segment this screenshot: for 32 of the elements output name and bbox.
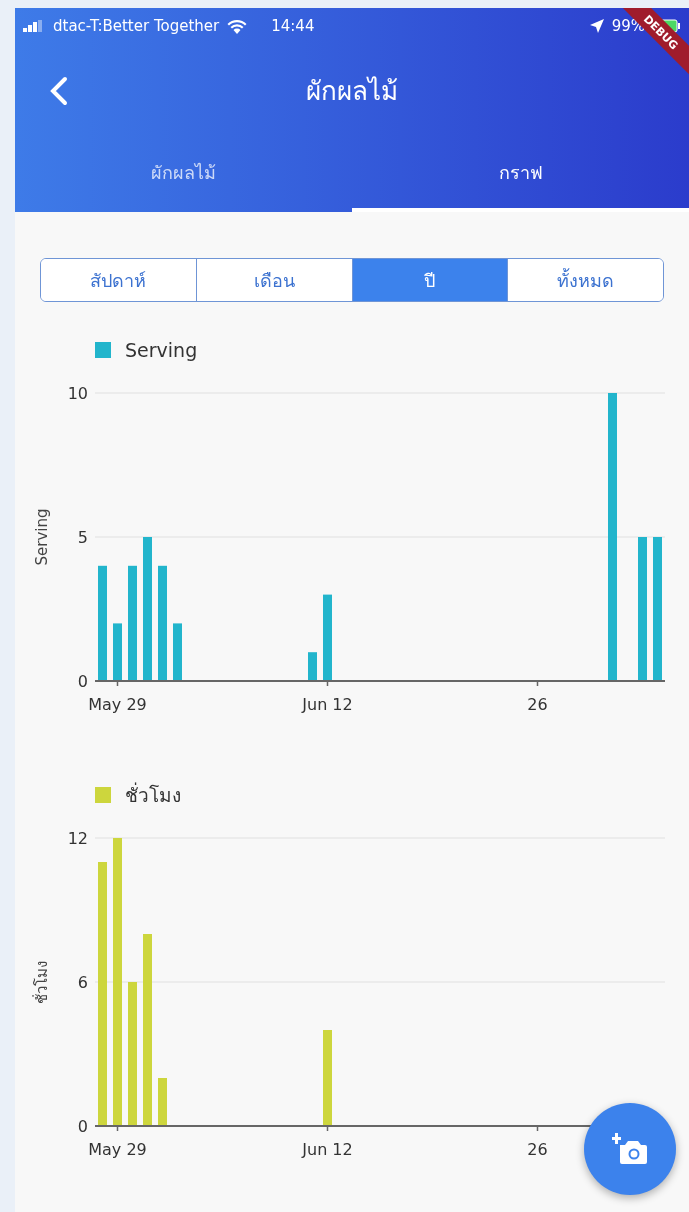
bar xyxy=(308,652,317,681)
axis-tick-label: 10 xyxy=(67,384,88,403)
axis-tick-label: 6 xyxy=(77,973,88,992)
axis-tick-label: May 29 xyxy=(88,695,147,714)
axis-title: ชั่วโมง xyxy=(33,960,51,1004)
range-option[interactable]: ปี xyxy=(351,259,508,301)
axis-tick-label: Jun 12 xyxy=(302,695,353,714)
legend-label: Serving xyxy=(125,339,198,361)
page-title: ผักผลไม้ xyxy=(306,74,398,108)
axis-tick-label: 26 xyxy=(527,1140,548,1159)
axis-tick-label: Jun 12 xyxy=(302,1140,353,1159)
bar xyxy=(173,623,182,681)
location-arrow-icon xyxy=(589,19,604,33)
legend-label: ชั่วโมง xyxy=(125,781,181,808)
axis-title: Serving xyxy=(33,508,51,566)
add-photo-button[interactable] xyxy=(584,1103,676,1195)
axis-tick-label: May 29 xyxy=(88,1140,147,1159)
signal-icon xyxy=(23,20,45,32)
axis-tick-label: 5 xyxy=(77,528,88,547)
wifi-icon xyxy=(227,18,248,34)
add-camera-icon xyxy=(612,1133,648,1165)
tab[interactable]: กราฟ xyxy=(352,136,689,212)
axis-tick-label: 0 xyxy=(77,672,88,691)
tab[interactable]: ผักผลไม้ xyxy=(15,136,352,212)
axis-tick-label: 0 xyxy=(77,1117,88,1136)
bar xyxy=(113,623,122,681)
range-option[interactable]: ทั้งหมด xyxy=(507,259,663,301)
bar xyxy=(158,1078,167,1126)
clock-time: 14:44 xyxy=(271,17,315,35)
axis-tick-label: 26 xyxy=(527,695,548,714)
axis-tick-label: 12 xyxy=(67,829,88,848)
carrier-name: dtac-T:Better Together xyxy=(53,17,220,35)
